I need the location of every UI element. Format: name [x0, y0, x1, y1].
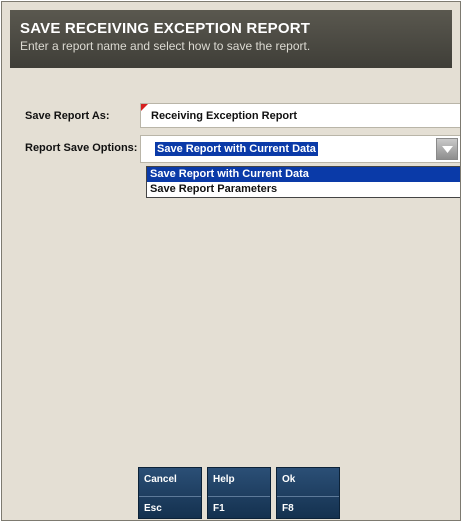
help-button[interactable]: Help F1 [207, 467, 271, 519]
cancel-button-label: Cancel [144, 474, 177, 485]
ok-button-label: Ok [282, 474, 296, 485]
save-as-label: Save Report As: [25, 110, 110, 122]
ok-button-key: F8 [282, 503, 294, 514]
save-options-select[interactable]: Save Report with Current Data [140, 135, 460, 163]
option-report-parameters[interactable]: Save Report Parameters [147, 182, 460, 197]
report-name-value: Receiving Exception Report [151, 110, 298, 122]
dialog-subtitle: Enter a report name and select how to sa… [20, 39, 311, 53]
dialog-header: SAVE RECEIVING EXCEPTION REPORT Enter a … [10, 10, 452, 68]
save-options-dropdown-list: Save Report with Current Data Save Repor… [146, 166, 460, 198]
selected-option: Save Report with Current Data [154, 141, 319, 157]
option-current-data[interactable]: Save Report with Current Data [147, 167, 460, 182]
cancel-button[interactable]: Cancel Esc [138, 467, 202, 519]
chevron-down-icon [442, 146, 453, 153]
required-flag-icon [141, 104, 148, 111]
report-name-field[interactable]: Receiving Exception Report [140, 103, 460, 128]
help-button-label: Help [213, 474, 235, 485]
ok-button-divider [277, 496, 339, 497]
save-report-dialog: SAVE RECEIVING EXCEPTION REPORT Enter a … [1, 1, 461, 521]
dropdown-button[interactable] [436, 138, 458, 160]
cancel-button-divider [139, 496, 201, 497]
help-button-divider [208, 496, 270, 497]
ok-button[interactable]: Ok F8 [276, 467, 340, 519]
dialog-title: SAVE RECEIVING EXCEPTION REPORT [20, 20, 311, 37]
save-options-label: Report Save Options: [25, 142, 138, 154]
help-button-key: F1 [213, 503, 225, 514]
cancel-button-key: Esc [144, 503, 162, 514]
